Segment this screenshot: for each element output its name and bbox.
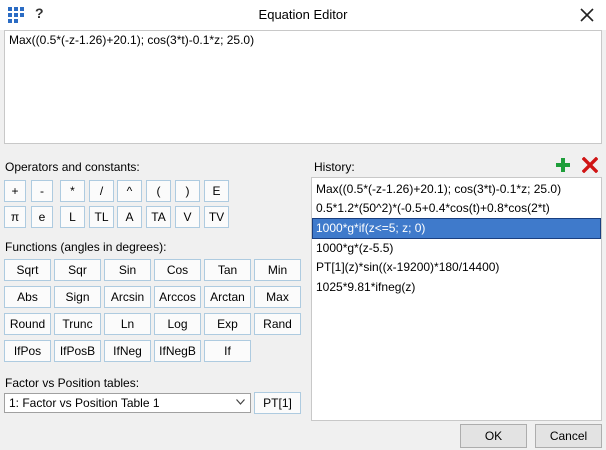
functions-label: Functions (angles in degrees): (5, 240, 167, 254)
operator-close-paren-button[interactable]: ) (175, 180, 200, 202)
function-cos-button[interactable]: Cos (154, 259, 201, 281)
function-round-button[interactable]: Round (4, 313, 51, 335)
function-sqrt-button[interactable]: Sqrt (4, 259, 51, 281)
operator-power-button[interactable]: ^ (117, 180, 142, 202)
function-arccos-button[interactable]: Arccos (154, 286, 201, 308)
function-log-button[interactable]: Log (154, 313, 201, 335)
history-item[interactable]: PT[1](z)*sin((x-19200)*180/14400) (313, 258, 600, 277)
function-max-button[interactable]: Max (254, 286, 301, 308)
variable-L-button[interactable]: L (60, 206, 85, 228)
constant-pi-button[interactable]: π (4, 206, 26, 228)
equation-input[interactable]: Max((0.5*(-z-1.26)+20.1); cos(3*t)-0.1*z… (4, 30, 602, 144)
function-if-button[interactable]: If (204, 340, 251, 362)
variable-TL-button[interactable]: TL (89, 206, 114, 228)
constant-e-button[interactable]: e (31, 206, 53, 228)
history-item[interactable]: 1025*9.81*ifneg(z) (313, 278, 600, 297)
variable-TV-button[interactable]: TV (204, 206, 229, 228)
operator-open-paren-button[interactable]: ( (146, 180, 171, 202)
delete-icon[interactable] (582, 157, 598, 173)
function-trunc-button[interactable]: Trunc (54, 313, 101, 335)
function-ifneg-button[interactable]: IfNeg (104, 340, 151, 362)
function-sqr-button[interactable]: Sqr (54, 259, 101, 281)
history-item[interactable]: 1000*g*(z-5.5) (313, 239, 600, 258)
constant-E-button[interactable]: E (204, 180, 229, 202)
table-select[interactable]: 1: Factor vs Position Table 1 (4, 393, 251, 413)
cancel-button[interactable]: Cancel (535, 424, 602, 448)
function-exp-button[interactable]: Exp (204, 313, 251, 335)
history-item-selected[interactable]: 1000*g*if(z<=5; z; 0) (312, 218, 601, 239)
variable-V-button[interactable]: V (175, 206, 200, 228)
operator-divide-button[interactable]: / (89, 180, 114, 202)
function-min-button[interactable]: Min (254, 259, 301, 281)
function-abs-button[interactable]: Abs (4, 286, 51, 308)
ok-button[interactable]: OK (460, 424, 527, 448)
history-label: History: (314, 160, 355, 174)
history-list[interactable]: Max((0.5*(-z-1.26)+20.1); cos(3*t)-0.1*z… (311, 177, 602, 421)
operator-plus-button[interactable]: + (4, 180, 26, 202)
operator-multiply-button[interactable]: * (60, 180, 85, 202)
chevron-down-icon (236, 399, 245, 405)
history-item[interactable]: Max((0.5*(-z-1.26)+20.1); cos(3*t)-0.1*z… (313, 180, 600, 199)
function-ln-button[interactable]: Ln (104, 313, 151, 335)
operator-minus-button[interactable]: - (31, 180, 53, 202)
table-select-value: 1: Factor vs Position Table 1 (9, 396, 160, 410)
history-item[interactable]: 0.5*1.2*(50^2)*(-0.5+0.4*cos(t)+0.8*cos(… (313, 199, 600, 218)
function-arctan-button[interactable]: Arctan (204, 286, 251, 308)
title-bar: ? Equation Editor (0, 0, 606, 30)
function-ifposb-button[interactable]: IfPosB (54, 340, 101, 362)
add-icon[interactable] (555, 157, 571, 173)
function-ifpos-button[interactable]: IfPos (4, 340, 51, 362)
variable-TA-button[interactable]: TA (146, 206, 171, 228)
function-sign-button[interactable]: Sign (54, 286, 101, 308)
close-icon[interactable] (576, 4, 598, 26)
tables-label: Factor vs Position tables: (5, 376, 140, 390)
function-tan-button[interactable]: Tan (204, 259, 251, 281)
function-rand-button[interactable]: Rand (254, 313, 301, 335)
window-title: Equation Editor (258, 7, 348, 22)
insert-table-button[interactable]: PT[1] (254, 392, 301, 414)
function-sin-button[interactable]: Sin (104, 259, 151, 281)
variable-A-button[interactable]: A (117, 206, 142, 228)
operators-label: Operators and constants: (5, 160, 140, 174)
function-arcsin-button[interactable]: Arcsin (104, 286, 151, 308)
function-ifnegb-button[interactable]: IfNegB (154, 340, 201, 362)
